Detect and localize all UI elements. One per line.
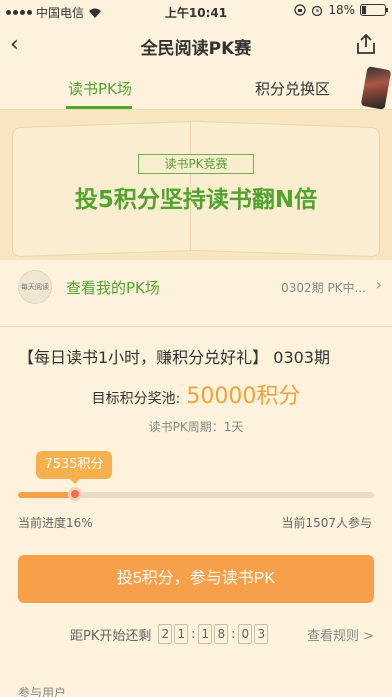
status-right: 18%	[294, 3, 388, 17]
countdown-digit: 1	[174, 624, 189, 644]
pk-cycle: 读书PK周期：1天	[148, 420, 244, 434]
countdown-digit: 3	[254, 624, 269, 644]
prize-pool: 目标积分奖池: 50000积分	[0, 378, 392, 410]
pk-period-status: 0302期 PK中...	[281, 281, 366, 295]
countdown-digit: 0	[238, 624, 253, 644]
view-rules-link[interactable]: 查看规则 >	[307, 625, 374, 644]
alarm-icon	[312, 5, 323, 16]
countdown-label: 距PK开始还剩	[70, 628, 152, 644]
nav-bar: ‹ 全民阅读PK赛	[0, 22, 392, 68]
countdown-digit: 2	[158, 624, 173, 644]
points-bubble: 7535积分	[36, 451, 112, 484]
tab-points-exchange[interactable]: 积分兑换区	[255, 78, 330, 99]
page-title: 全民阅读PK赛	[140, 39, 252, 59]
contest-headline: 【每日读书1小时，赚积分兑好礼】 0303期	[18, 348, 330, 367]
banner: 读书PK竞赛 投5积分坚持读书翻N倍	[0, 110, 392, 260]
participants-count: 当前1507人参与	[281, 516, 372, 530]
tab-underline	[66, 106, 132, 109]
countdown-digit: 8	[214, 624, 229, 644]
countdown-digit: 1	[198, 624, 213, 644]
banner-badge: 读书PK竞赛	[138, 154, 254, 174]
battery-percent: 18%	[328, 3, 355, 17]
chevron-right-icon: ›	[375, 275, 382, 294]
phone-image-icon	[360, 66, 392, 110]
progress-knob	[67, 487, 82, 501]
rotation-lock-icon	[294, 4, 306, 16]
banner-slogan: 投5积分坚持读书翻N倍	[74, 187, 318, 213]
countdown-separator: :	[191, 626, 196, 642]
my-pk-link[interactable]: 查看我的PK场	[66, 277, 160, 298]
prize-pool-value: 50000积分	[186, 384, 301, 409]
join-pk-button[interactable]: 投5积分，参与读书PK	[18, 555, 374, 603]
progress-fill	[18, 492, 75, 498]
battery-icon	[360, 4, 388, 16]
share-icon[interactable]	[354, 32, 378, 56]
progress-percent-text: 当前进度16%	[18, 516, 93, 530]
avatar: 每天阅读	[18, 270, 52, 304]
status-bar: 中国电信 上午10:41 18%	[0, 0, 392, 22]
participants-heading: 参与用户	[18, 686, 67, 697]
countdown-separator: :	[231, 626, 236, 642]
section-divider	[0, 326, 392, 327]
tab-reading-pk[interactable]: 读书PK场	[68, 78, 132, 99]
tab-bar: 读书PK场 积分兑换区	[0, 66, 392, 110]
my-pk-row[interactable]: 每天阅读 查看我的PK场 0302期 PK中... ›	[0, 262, 392, 312]
prize-pool-label: 目标积分奖池:	[91, 391, 181, 407]
countdown: 距PK开始还剩 2 1 : 1 8 : 0 3	[70, 624, 269, 644]
